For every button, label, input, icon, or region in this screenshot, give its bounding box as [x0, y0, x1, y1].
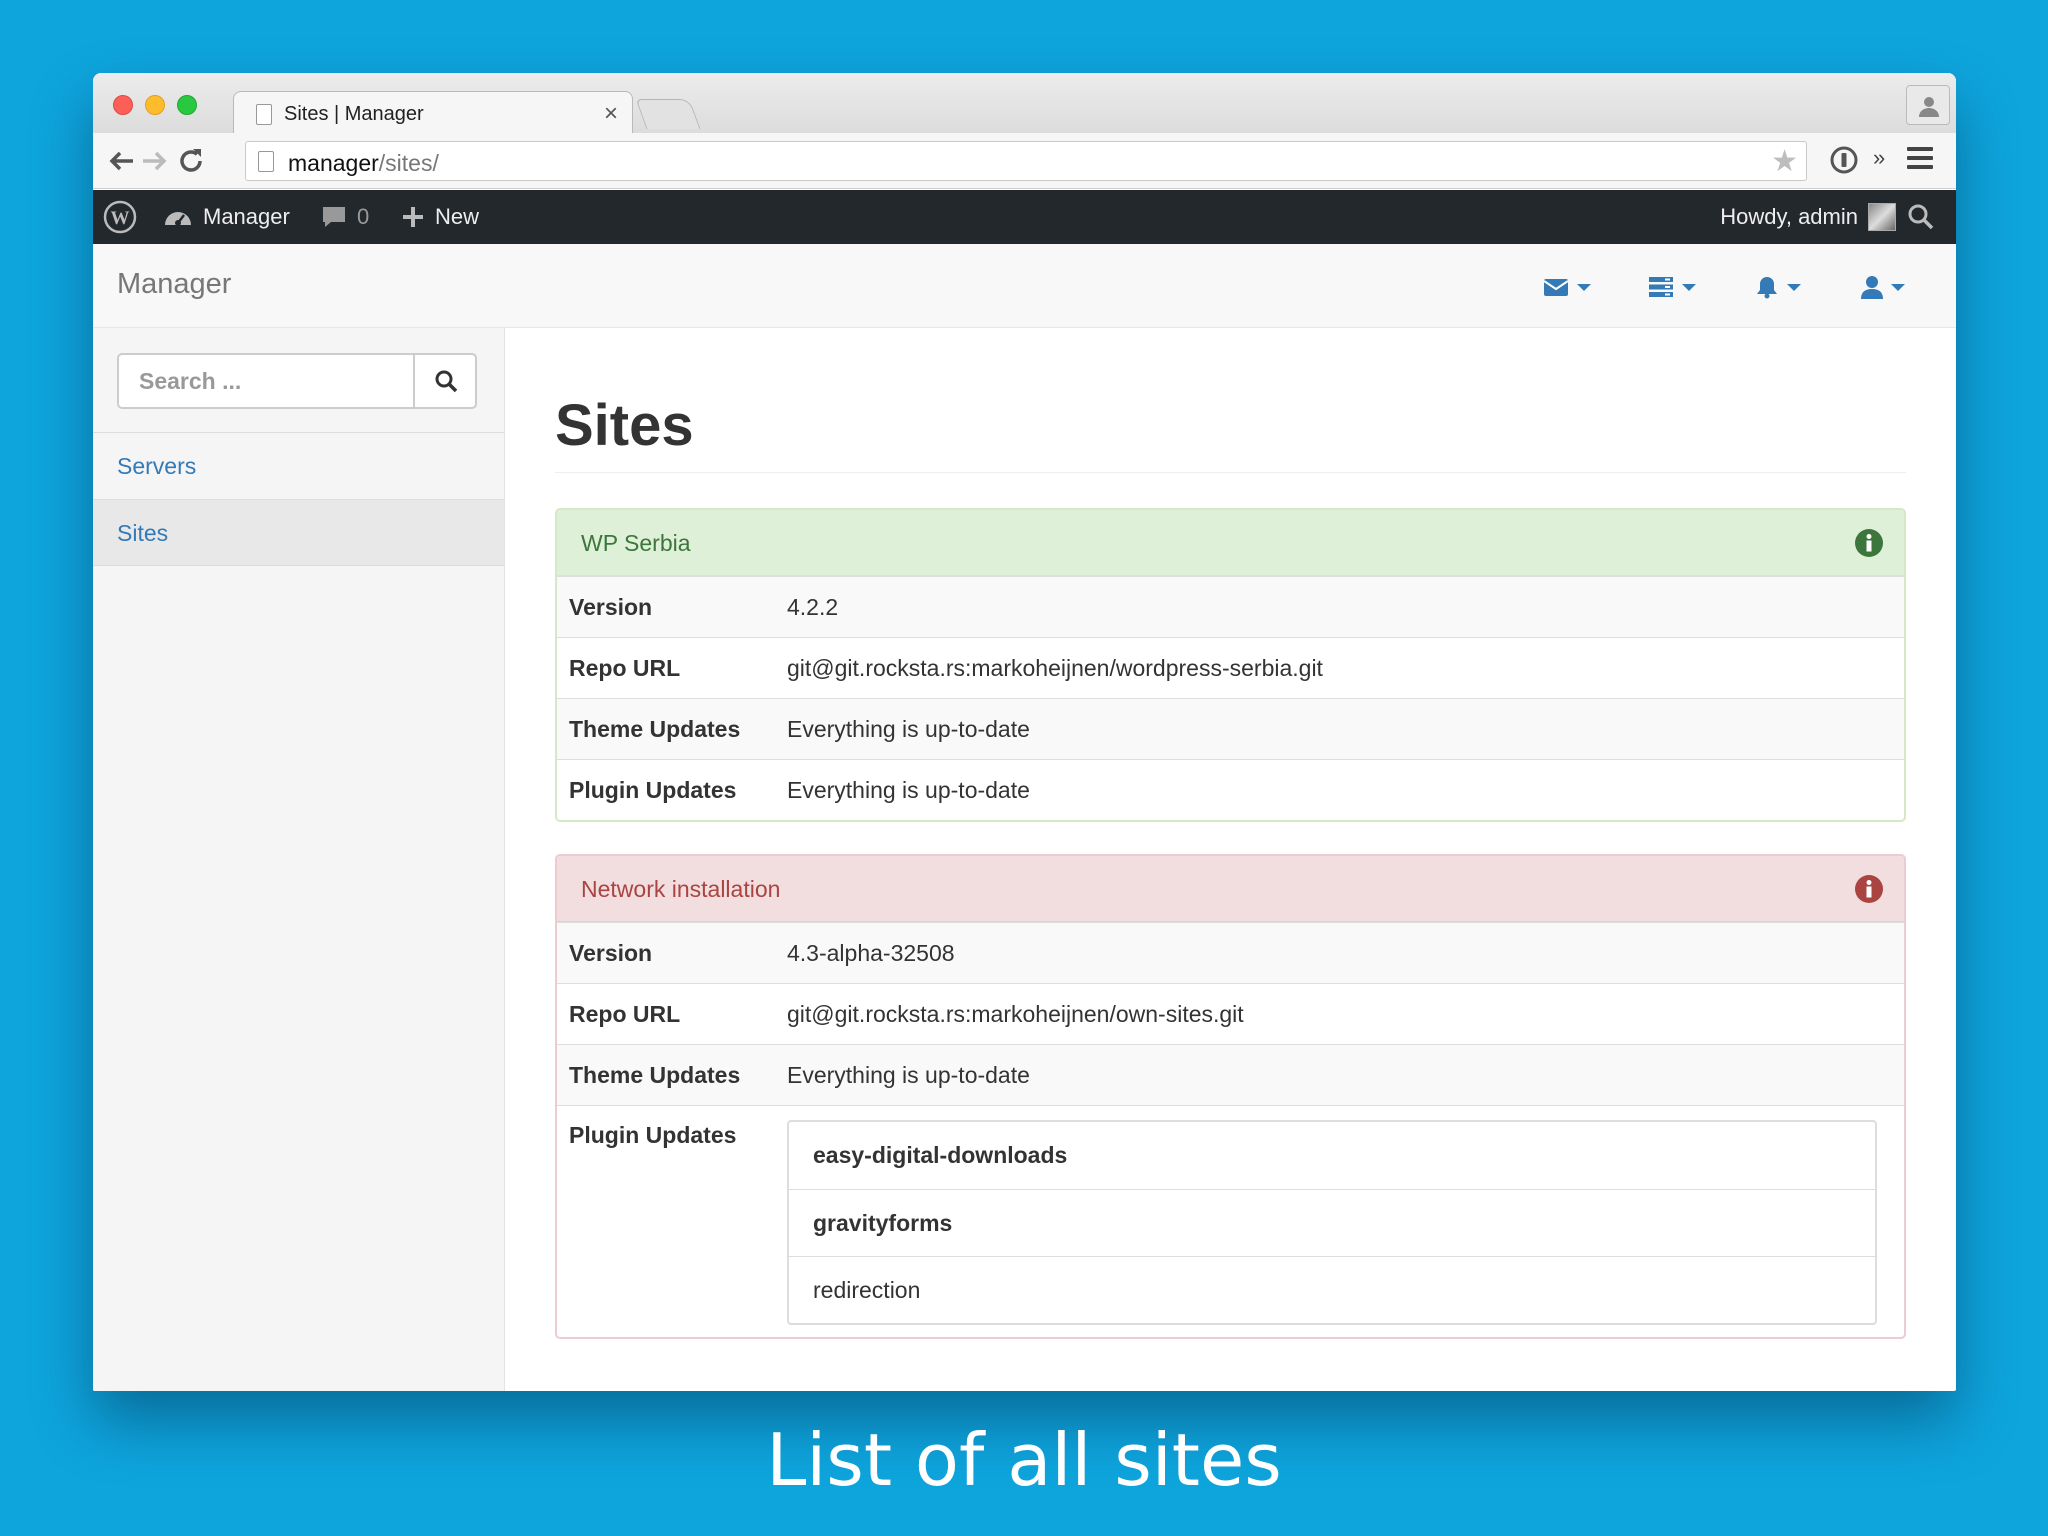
admin-bar-search-icon[interactable] — [1908, 190, 1944, 244]
tab-title: Sites | Manager — [284, 103, 424, 125]
table-row: Version 4.2.2 — [557, 576, 1904, 637]
howdy-text: Howdy, admin — [1720, 204, 1858, 229]
plus-icon — [403, 207, 423, 227]
person-icon — [1919, 97, 1939, 117]
browser-toolbar: manager/sites/ ★ » — [93, 133, 1956, 189]
new-tab-button[interactable] — [635, 99, 701, 129]
site-name: Network installation — [581, 876, 781, 902]
panel-heading: Network installation — [557, 856, 1904, 922]
comment-count: 0 — [357, 204, 370, 229]
bell-icon — [1757, 277, 1777, 299]
site-panel: Network installation Version 4.3-alpha-3… — [555, 854, 1906, 1339]
row-value: Everything is up-to-date — [787, 776, 1030, 803]
admin-bar-site-link[interactable]: Manager — [163, 190, 290, 244]
row-label: Plugin Updates — [569, 776, 737, 803]
search-button[interactable] — [413, 355, 475, 407]
row-label: Theme Updates — [569, 1061, 741, 1088]
row-value: easy-digital-downloads gravityforms redi… — [787, 1120, 1904, 1325]
sidebar-nav: Servers Sites — [93, 432, 504, 566]
browser-tab[interactable]: Sites | Manager × — [233, 91, 633, 135]
avatar — [1868, 203, 1896, 231]
svg-text:W: W — [111, 208, 130, 229]
row-value: Everything is up-to-date — [787, 715, 1030, 742]
admin-bar-account[interactable]: Howdy, admin — [1720, 190, 1896, 244]
page-icon — [256, 104, 272, 125]
title-bar: Sites | Manager × — [93, 73, 1956, 135]
info-icon[interactable] — [1854, 528, 1884, 558]
forward-arrow-icon[interactable] — [139, 145, 171, 177]
close-tab-icon[interactable]: × — [604, 100, 618, 128]
table-row: Plugin Updates easy-digital-downloads gr… — [557, 1105, 1904, 1337]
address-bar[interactable]: manager/sites/ ★ — [245, 141, 1807, 181]
page-icon — [258, 151, 274, 172]
admin-bar-new[interactable]: New — [401, 190, 479, 244]
row-label: Version — [569, 939, 653, 966]
browser-window: Sites | Manager × manager/sites/ ★ » W M… — [93, 73, 1956, 1391]
table-row: Version 4.3-alpha-32508 — [557, 922, 1904, 983]
search-icon — [435, 370, 458, 393]
navbar-brand[interactable]: Manager — [117, 268, 231, 301]
close-window-button[interactable] — [113, 95, 133, 115]
site-name: Manager — [203, 204, 290, 229]
messages-dropdown[interactable] — [1543, 272, 1591, 302]
wordpress-logo-icon[interactable]: W — [103, 190, 147, 244]
row-label: Theme Updates — [569, 715, 741, 742]
admin-bar-comments[interactable]: 0 — [321, 190, 369, 244]
table-row: Repo URL git@git.rocksta.rs:markoheijnen… — [557, 637, 1904, 698]
servers-dropdown[interactable] — [1648, 272, 1696, 302]
user-dropdown[interactable] — [1861, 272, 1905, 302]
search-input[interactable] — [119, 355, 415, 407]
panel-heading: WP Serbia — [557, 510, 1904, 576]
row-value: Everything is up-to-date — [787, 1061, 1030, 1088]
info-icon[interactable] — [1854, 874, 1884, 904]
back-arrow-icon[interactable] — [105, 145, 137, 177]
row-value: 4.2.2 — [787, 593, 839, 620]
user-icon — [1861, 276, 1883, 299]
list-item: easy-digital-downloads — [813, 1142, 1068, 1168]
sidebar: Servers Sites — [93, 328, 505, 1391]
row-value: git@git.rocksta.rs:markoheijnen/wordpres… — [787, 654, 1323, 681]
table-row: Theme Updates Everything is up-to-date — [557, 1044, 1904, 1105]
row-label: Plugin Updates — [569, 1122, 737, 1148]
app-navbar: Manager — [93, 244, 1956, 328]
server-icon — [1649, 277, 1673, 297]
site-name: WP Serbia — [581, 530, 691, 556]
sidebar-item-sites[interactable]: Sites — [93, 499, 504, 566]
reload-icon[interactable] — [175, 145, 207, 177]
row-label: Repo URL — [569, 654, 681, 681]
list-item: redirection — [789, 1256, 1875, 1323]
table-row: Theme Updates Everything is up-to-date — [557, 698, 1904, 759]
dashboard-icon — [165, 212, 191, 226]
row-label: Repo URL — [569, 1000, 681, 1027]
slide-caption: List of all sites — [766, 1418, 1282, 1502]
list-item: gravityforms — [789, 1189, 1875, 1256]
site-panel: WP Serbia Version 4.2.2 Repo URL git@git… — [555, 508, 1906, 822]
profile-button[interactable] — [1906, 85, 1950, 125]
page-title: Sites — [555, 393, 694, 458]
password-manager-icon[interactable] — [1829, 145, 1859, 175]
zoom-window-button[interactable] — [177, 95, 197, 115]
new-label: New — [435, 204, 480, 229]
comment-icon — [323, 207, 345, 227]
main-content: Sites WP Serbia Version 4.2.2 Repo URL g… — [505, 328, 1956, 1391]
plugin-update-list: easy-digital-downloads gravityforms redi… — [787, 1120, 1877, 1325]
table-row: Repo URL git@git.rocksta.rs:markoheijnen… — [557, 983, 1904, 1044]
overflow-chevron-icon[interactable]: » — [1873, 145, 1885, 171]
browser-menu-icon[interactable] — [1907, 147, 1933, 171]
notifications-dropdown[interactable] — [1755, 272, 1801, 302]
sidebar-search — [117, 353, 477, 409]
row-value: git@git.rocksta.rs:markoheijnen/own-site… — [787, 1000, 1244, 1027]
minimize-window-button[interactable] — [145, 95, 165, 115]
bookmark-star-icon[interactable]: ★ — [1771, 144, 1798, 179]
row-label: Version — [569, 593, 653, 620]
table-row: Plugin Updates Everything is up-to-date — [557, 759, 1904, 820]
url-text: manager/sites/ — [288, 150, 439, 176]
envelope-icon — [1543, 279, 1569, 296]
title-divider — [555, 472, 1906, 473]
row-value: 4.3-alpha-32508 — [787, 939, 955, 966]
sidebar-item-servers[interactable]: Servers — [93, 432, 504, 499]
wp-admin-bar: W Manager 0 New Howdy, admin — [93, 190, 1956, 244]
